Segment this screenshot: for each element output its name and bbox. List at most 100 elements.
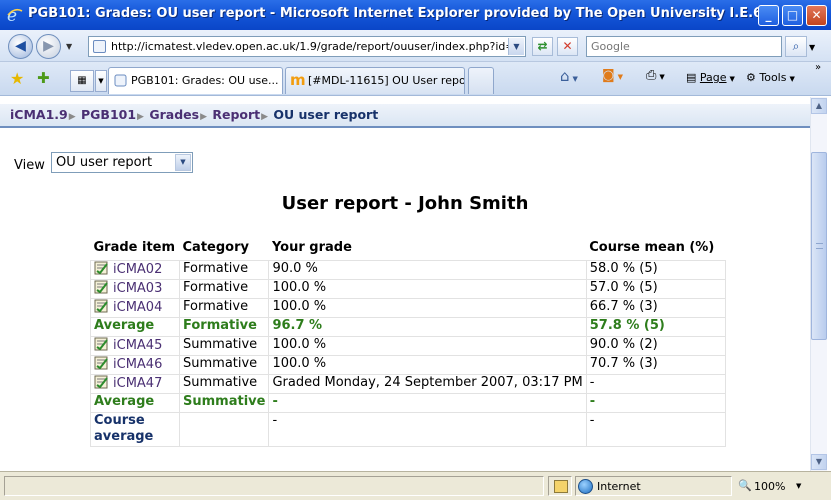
globe-icon — [578, 479, 593, 494]
quiz-icon — [94, 356, 109, 370]
page-menu-icon: ▤ — [686, 71, 697, 84]
maximize-button[interactable]: □ — [782, 5, 803, 26]
grade-item-link[interactable]: iCMA03 — [113, 281, 162, 296]
quiz-icon — [94, 261, 109, 275]
grade-item-link[interactable]: iCMA02 — [113, 262, 162, 277]
scroll-up-icon[interactable]: ▲ — [811, 98, 827, 114]
search-input[interactable] — [587, 37, 777, 56]
average-row: Average Summative - - — [90, 392, 726, 413]
chevron-down-icon[interactable]: ▼ — [175, 154, 191, 171]
address-dropdown-icon[interactable]: ▼ — [508, 38, 524, 55]
favorites-star-icon[interactable]: ★ — [10, 69, 24, 88]
grade-item-link[interactable]: iCMA04 — [113, 300, 162, 315]
course-mean-cell: 70.7 % (3) — [585, 354, 726, 375]
add-favorite-icon[interactable]: ✚ — [37, 69, 50, 87]
breadcrumb-course[interactable]: PGB101 — [81, 107, 136, 122]
stop-button[interactable]: ✕ — [557, 37, 578, 56]
course-mean-cell: 57.8 % (5) — [585, 316, 726, 337]
ie-logo-icon: e — [7, 6, 23, 24]
average-row: Average Formative 96.7 % 57.8 % (5) — [90, 316, 726, 337]
column-header-category: Category — [179, 236, 269, 261]
course-average-label: Course average — [90, 411, 180, 447]
minimize-button[interactable]: _ — [758, 5, 779, 26]
search-box[interactable] — [586, 36, 782, 57]
quiz-icon — [94, 337, 109, 351]
table-row: iCMA45 Summative 100.0 % 90.0 % (2) — [90, 335, 726, 356]
column-header-grade-item: Grade item — [90, 236, 180, 261]
grip-icon — [816, 243, 823, 249]
grade-item-link[interactable]: iCMA45 — [113, 338, 162, 353]
table-row: iCMA47 Summative Graded Monday, 24 Septemb… — [90, 373, 726, 394]
table-row: iCMA04 Formative 100.0 % 66.7 % (3) — [90, 297, 726, 318]
table-row: iCMA02 Formative 90.0 % 58.0 % (5) — [90, 259, 726, 280]
quiz-icon — [94, 375, 109, 389]
search-options-dropdown-icon[interactable]: ▼ — [809, 43, 815, 52]
search-icon[interactable]: ⌕ — [785, 36, 807, 57]
refresh-button[interactable]: ⇄ — [532, 37, 553, 56]
address-field[interactable]: http://icmatest.vledev.open.ac.uk/1.9/gr… — [88, 36, 526, 57]
column-header-your-grade: Your grade — [268, 236, 587, 261]
page-tab-icon — [114, 74, 127, 87]
course-mean-cell: 58.0 % (5) — [585, 259, 726, 280]
breadcrumb-icma[interactable]: iCMA1.9 — [10, 107, 68, 122]
tools-menu-label: Tools — [759, 71, 787, 84]
grade-item-cell: iCMA04 — [90, 297, 180, 318]
report-view-select[interactable]: OU user report ▼ — [51, 152, 193, 173]
status-bar: Internet 🔍 100% ▼ — [0, 471, 831, 500]
breadcrumb-separator-icon: ▶ — [137, 112, 144, 122]
breadcrumb-grades[interactable]: Grades — [149, 107, 199, 122]
print-icon[interactable]: ⎙ ▼ — [646, 68, 665, 83]
moodle-icon: m — [290, 71, 306, 89]
breadcrumb-report[interactable]: Report — [212, 107, 260, 122]
course-mean-cell: - — [585, 373, 726, 394]
zoom-level[interactable]: 100% — [754, 480, 785, 493]
forward-button[interactable]: ▶ — [36, 34, 61, 59]
your-grade-cell: 96.7 % — [268, 316, 587, 337]
category-cell: Summative — [178, 335, 270, 356]
new-tab-button[interactable] — [468, 67, 494, 94]
gear-icon: ⚙ — [746, 71, 756, 84]
tab-list-dropdown-icon[interactable]: ▼ — [95, 70, 107, 92]
feeds-icon[interactable]: ◙ ▼ — [602, 68, 623, 83]
tools-menu[interactable]: ⚙ Tools ▼ — [746, 71, 795, 84]
tab-toolbar: ★ ✚ ▦ ▼ PGB101: Grades: OU use... m [#MD… — [0, 62, 831, 96]
close-window-button[interactable]: ✕ — [806, 5, 827, 26]
page-menu-label: Page — [699, 71, 727, 84]
quick-tabs-icon[interactable]: ▦ — [70, 70, 94, 92]
window-title: PGB101: Grades: OU user report - Microso… — [28, 6, 777, 21]
category-cell: Summative — [178, 392, 270, 413]
history-dropdown-icon[interactable]: ▼ — [66, 42, 72, 51]
tab-tracker[interactable]: m [#MDL-11615] OU User repo... — [285, 67, 465, 94]
scroll-down-icon[interactable]: ▼ — [811, 454, 827, 470]
category-cell: Formative — [178, 278, 270, 299]
grade-item-link[interactable]: iCMA47 — [113, 376, 162, 391]
category-cell: Summative — [178, 354, 270, 375]
grade-item-cell: iCMA03 — [90, 278, 180, 299]
page-content: iCMA1.9▶ PGB101▶ Grades▶ Report▶ OU user… — [0, 97, 810, 471]
scroll-thumb[interactable] — [811, 152, 827, 340]
grade-item-cell: iCMA46 — [90, 354, 180, 375]
table-row: iCMA03 Formative 100.0 % 57.0 % (5) — [90, 278, 726, 299]
grades-table: Grade item Category Your grade Course me… — [90, 236, 726, 447]
breadcrumb-current: OU user report — [273, 107, 379, 122]
back-button[interactable]: ◀ — [8, 34, 33, 59]
your-grade-cell: 100.0 % — [268, 278, 587, 299]
zoom-dropdown-icon[interactable]: ▼ — [796, 482, 801, 490]
chevron-icon[interactable]: » — [815, 62, 821, 73]
course-mean-cell: 90.0 % (2) — [585, 335, 726, 356]
breadcrumb-separator-icon: ▶ — [261, 112, 269, 122]
category-cell: Formative — [178, 297, 270, 318]
grade-item-link[interactable]: iCMA46 — [113, 357, 162, 372]
zoom-icon[interactable]: 🔍 — [738, 479, 752, 492]
grade-item-cell: iCMA47 — [90, 373, 180, 394]
course-mean-cell: 66.7 % (3) — [585, 297, 726, 318]
grade-item-cell: iCMA02 — [90, 259, 180, 280]
window-title-bar: e PGB101: Grades: OU user report - Micro… — [0, 0, 831, 30]
home-icon[interactable]: ⌂ ▼ — [560, 67, 578, 85]
your-grade-cell: 100.0 % — [268, 335, 587, 356]
page-menu[interactable]: ▤ Page ▼ — [686, 71, 735, 84]
tab-grades[interactable]: PGB101: Grades: OU use... — [108, 67, 283, 94]
vertical-scrollbar[interactable]: ▲ ▼ — [810, 97, 827, 471]
course-mean-cell: 57.0 % (5) — [585, 278, 726, 299]
course-average-row: Course average - - — [90, 411, 726, 447]
